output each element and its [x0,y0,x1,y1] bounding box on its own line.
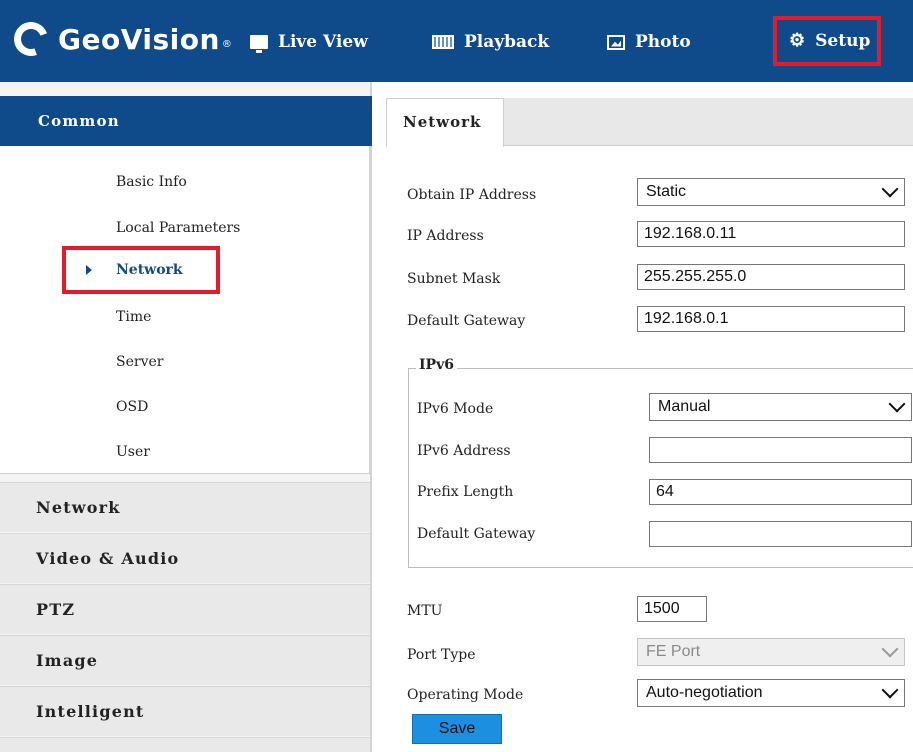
subnet-mask-field[interactable]: 255.255.255.0 [637,264,905,290]
monitor-icon [250,35,268,53]
chevron-down-icon [881,681,899,699]
port-type-label: Port Type [407,647,476,663]
mtu-label: MTU [407,603,443,619]
geovision-logo: GeoVision ® [8,14,232,64]
obtain-ip-value: Static [646,183,687,200]
chevron-down-icon [888,395,906,413]
ip-address-field[interactable]: 192.168.0.11 [637,221,905,247]
chevron-down-icon [881,640,899,658]
top-navigation-bar: GeoVision ® Live View Playback Photo ⚙ S… [0,0,913,82]
brand-name: GeoVision [58,22,220,56]
nav-live-view-label: Live View [278,32,368,52]
default-gateway-field[interactable]: 192.168.0.1 [637,306,905,332]
setup-sidebar: Common Basic Info Local Parameters Netwo… [0,82,372,752]
prefix-length-field[interactable]: 64 [649,479,912,505]
sidebar-category-image[interactable]: Image [0,635,370,685]
sidebar-item-time[interactable]: Time [116,309,151,325]
port-type-value: FE Port [646,643,701,660]
film-icon [432,35,454,49]
operating-mode-select[interactable]: Auto-negotiation [637,679,905,707]
sidebar-item-user[interactable]: User [116,444,150,460]
ipv6-gateway-field[interactable] [649,521,912,547]
photo-icon [607,34,625,50]
sidebar-category-common[interactable]: Common [0,96,372,146]
ipv6-address-label: IPv6 Address [417,443,511,459]
obtain-ip-label: Obtain IP Address [407,187,537,203]
sidebar-category-intelligent[interactable]: Intelligent [0,686,370,736]
sidebar-item-local-parameters[interactable]: Local Parameters [116,220,240,236]
sidebar-item-server[interactable]: Server [116,354,163,370]
nav-photo-label: Photo [635,32,691,52]
sidebar-category-ptz[interactable]: PTZ [0,584,370,634]
default-gateway-label: Default Gateway [407,313,526,329]
network-settings-panel: Network Obtain IP Address Static IP Addr… [386,98,913,752]
ip-address-label: IP Address [407,228,484,244]
ipv6-legend: IPv6 [416,357,457,373]
mtu-field[interactable]: 1500 [637,596,707,622]
operating-mode-value: Auto-negotiation [646,684,763,701]
ipv6-mode-label: IPv6 Mode [417,401,494,417]
nav-photo[interactable]: Photo [607,22,691,62]
save-button[interactable]: Save [412,714,502,744]
ipv6-mode-value: Manual [658,398,711,415]
gear-icon: ⚙ [789,30,806,51]
sidebar-category-network[interactable]: Network [0,482,370,532]
ipv6-gateway-label: Default Gateway [417,526,536,542]
nav-playback[interactable]: Playback [432,22,549,62]
sidebar-category-cut-off[interactable] [0,737,370,752]
sidebar-category-video-audio[interactable]: Video & Audio [0,533,370,583]
nav-setup-label: Setup [815,31,871,51]
operating-mode-label: Operating Mode [407,687,524,703]
network-item-highlight [62,246,220,294]
nav-live-view[interactable]: Live View [250,22,368,62]
nav-setup[interactable]: ⚙ Setup [773,16,881,66]
ipv6-mode-select[interactable]: Manual [649,393,912,421]
subnet-mask-label: Subnet Mask [407,271,501,287]
common-submenu [0,146,370,474]
tab-network[interactable]: Network [386,98,504,147]
logo-mark-icon [8,16,54,62]
obtain-ip-select[interactable]: Static [637,178,905,206]
sidebar-item-osd[interactable]: OSD [116,399,148,415]
chevron-down-icon [881,180,899,198]
ipv6-address-field[interactable] [649,437,912,463]
port-type-select: FE Port [637,638,905,666]
prefix-length-label: Prefix Length [417,484,514,500]
sidebar-item-basic-info[interactable]: Basic Info [116,174,187,190]
registered-mark: ® [221,38,232,50]
nav-playback-label: Playback [464,32,550,52]
